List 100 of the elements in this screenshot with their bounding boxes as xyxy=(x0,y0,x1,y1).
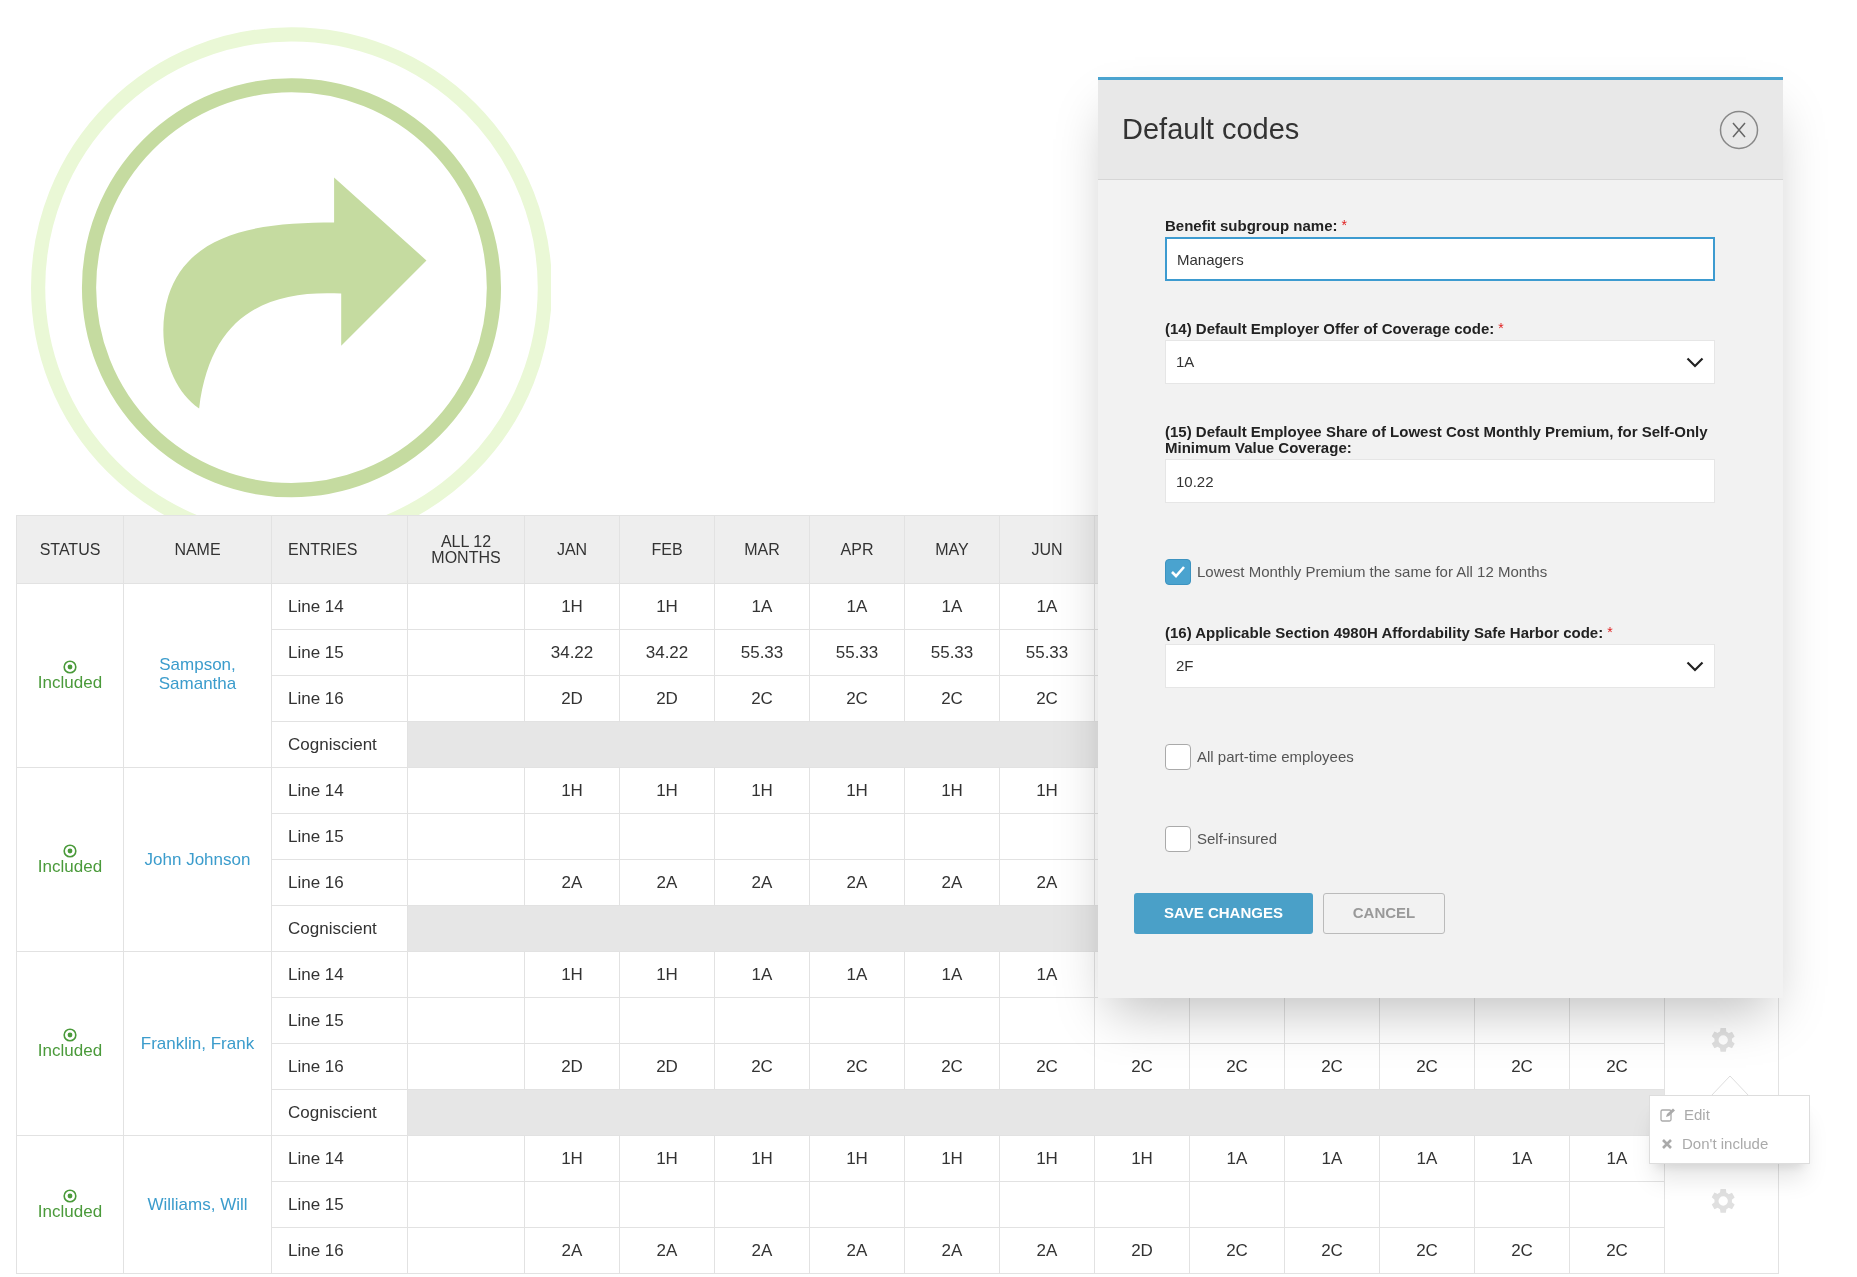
status-label: Included xyxy=(37,857,103,876)
column-header: JAN xyxy=(555,541,589,558)
close-icon xyxy=(1660,1136,1674,1151)
cancel-button[interactable]: CANCEL xyxy=(1323,893,1445,934)
entry-label: Line 15 xyxy=(288,642,344,662)
table-cell: 1A xyxy=(846,596,868,616)
status-icon xyxy=(63,843,77,858)
column-header: ENTRIES xyxy=(287,541,359,558)
menu-item[interactable]: Edit xyxy=(1650,1104,1809,1127)
table-cell: 2C xyxy=(1036,1056,1058,1076)
entry-label: Line 16 xyxy=(288,688,344,708)
table-cell: 1H xyxy=(656,596,678,616)
checkbox[interactable] xyxy=(1165,744,1191,770)
employee-name-link[interactable]: Sampson, Samantha xyxy=(134,654,261,693)
entry-label: Line 16 xyxy=(288,1240,344,1260)
table-cell: 1A xyxy=(1036,596,1058,616)
check-icon xyxy=(1170,565,1186,579)
table-cell: 1H xyxy=(561,596,583,616)
table-cell: 1A xyxy=(1036,964,1058,984)
checkbox[interactable] xyxy=(1165,826,1191,852)
input-field[interactable]: 10.22 xyxy=(1165,459,1715,503)
table-cell: 1H xyxy=(656,780,678,800)
employee-name-link[interactable]: John Johnson xyxy=(144,849,251,869)
select-field[interactable]: 1A xyxy=(1165,340,1715,384)
table-cell: 55.33 xyxy=(740,642,784,662)
table-cell: 1A xyxy=(751,596,773,616)
required-mark: * xyxy=(1498,321,1504,335)
employee-name-link[interactable]: Williams, Will xyxy=(147,1194,248,1214)
input-field[interactable]: Managers xyxy=(1165,237,1715,281)
required-mark: * xyxy=(1341,218,1347,232)
entry-label: Line 14 xyxy=(288,780,344,800)
table-cell: 2A xyxy=(846,1240,868,1260)
table-cell: 2A xyxy=(846,872,868,892)
entry-label: Line 15 xyxy=(288,1194,344,1214)
column-header: MAY xyxy=(934,541,970,558)
table-cell: 2C xyxy=(1511,1240,1533,1260)
table-cell: 2C xyxy=(1321,1240,1343,1260)
save-button[interactable]: SAVE CHANGES xyxy=(1134,893,1313,934)
table-cell: 2D xyxy=(1131,1240,1153,1260)
column-header: STATUS xyxy=(38,541,102,558)
entry-label: Line 14 xyxy=(288,964,344,984)
entry-label: Line 16 xyxy=(288,1056,344,1076)
table-cell: 2A xyxy=(561,1240,583,1260)
table-cell: 1H xyxy=(751,780,773,800)
table-cell: 2D xyxy=(561,688,583,708)
table-cell: 1A xyxy=(1321,1148,1343,1168)
field-label: (15) Default Employee Share of Lowest Cost Monthly Premium, for Self-Only Minimum Value Coverage: xyxy=(1165,424,1709,456)
table-cell: 1A xyxy=(941,964,963,984)
field-label: (16) Applicable Section 4980H Affordability Safe Harbor code: xyxy=(1165,625,1604,641)
field-label: (14) Default Employer Offer of Coverage code: xyxy=(1165,321,1495,337)
table-cell: 2A xyxy=(751,872,773,892)
status-icon xyxy=(63,1027,77,1042)
entry-label: Cogniscient xyxy=(288,734,377,754)
table-cell: 1H xyxy=(751,1148,773,1168)
table-cell: 1H xyxy=(941,780,963,800)
column-header: NAME xyxy=(173,541,222,558)
select-field[interactable]: 2F xyxy=(1165,644,1715,688)
checkbox-label: Self-insured xyxy=(1197,828,1278,849)
field-label: Benefit subgroup name: xyxy=(1165,218,1338,234)
table-cell: 2C xyxy=(1416,1240,1438,1260)
table-cell: 2C xyxy=(941,1056,963,1076)
column-header: JUN xyxy=(1030,541,1064,558)
table-cell: 2C xyxy=(846,1056,868,1076)
table-cell: 1H xyxy=(846,1148,868,1168)
table-cell: 1H xyxy=(561,780,583,800)
table-cell: 2A xyxy=(941,872,963,892)
status-icon xyxy=(63,659,77,674)
entry-label: Line 15 xyxy=(288,1010,344,1030)
table-cell: 2C xyxy=(1321,1056,1343,1076)
close-icon[interactable] xyxy=(1719,109,1759,150)
employee-name-link[interactable]: Franklin, Frank xyxy=(140,1033,255,1053)
table-cell: 2C xyxy=(1606,1240,1628,1260)
table-cell: 2C xyxy=(846,688,868,708)
table-cell: 55.33 xyxy=(930,642,974,662)
table-cell: 1H xyxy=(561,1148,583,1168)
table-cell: 2C xyxy=(1511,1056,1533,1076)
required-mark: * xyxy=(1607,625,1613,639)
status-label: Included xyxy=(37,673,103,692)
table-cell: 2C xyxy=(1131,1056,1153,1076)
table-cell: 1A xyxy=(846,964,868,984)
entry-label: Line 14 xyxy=(288,1148,344,1168)
table-cell: 2D xyxy=(561,1056,583,1076)
table-cell: 2A xyxy=(1036,872,1058,892)
column-header: FEB xyxy=(650,541,684,558)
table-cell: 2C xyxy=(751,688,773,708)
table-cell: 1H xyxy=(1131,1148,1153,1168)
entry-label: Line 14 xyxy=(288,596,344,616)
table-cell: 1H xyxy=(656,1148,678,1168)
table-cell: 55.33 xyxy=(1025,642,1069,662)
table-cell: 1A xyxy=(1511,1148,1533,1168)
table-cell: 1H xyxy=(846,780,868,800)
table-cell: 2A xyxy=(941,1240,963,1260)
table-cell: 2A xyxy=(656,872,678,892)
table-cell: 2C xyxy=(751,1056,773,1076)
table-cell: 1A xyxy=(1416,1148,1438,1168)
menu-item[interactable]: Don't include xyxy=(1650,1132,1809,1155)
checkbox[interactable] xyxy=(1165,559,1191,585)
table-cell: 2A xyxy=(561,872,583,892)
table-cell: 1H xyxy=(941,1148,963,1168)
table-cell: 1A xyxy=(1606,1148,1628,1168)
